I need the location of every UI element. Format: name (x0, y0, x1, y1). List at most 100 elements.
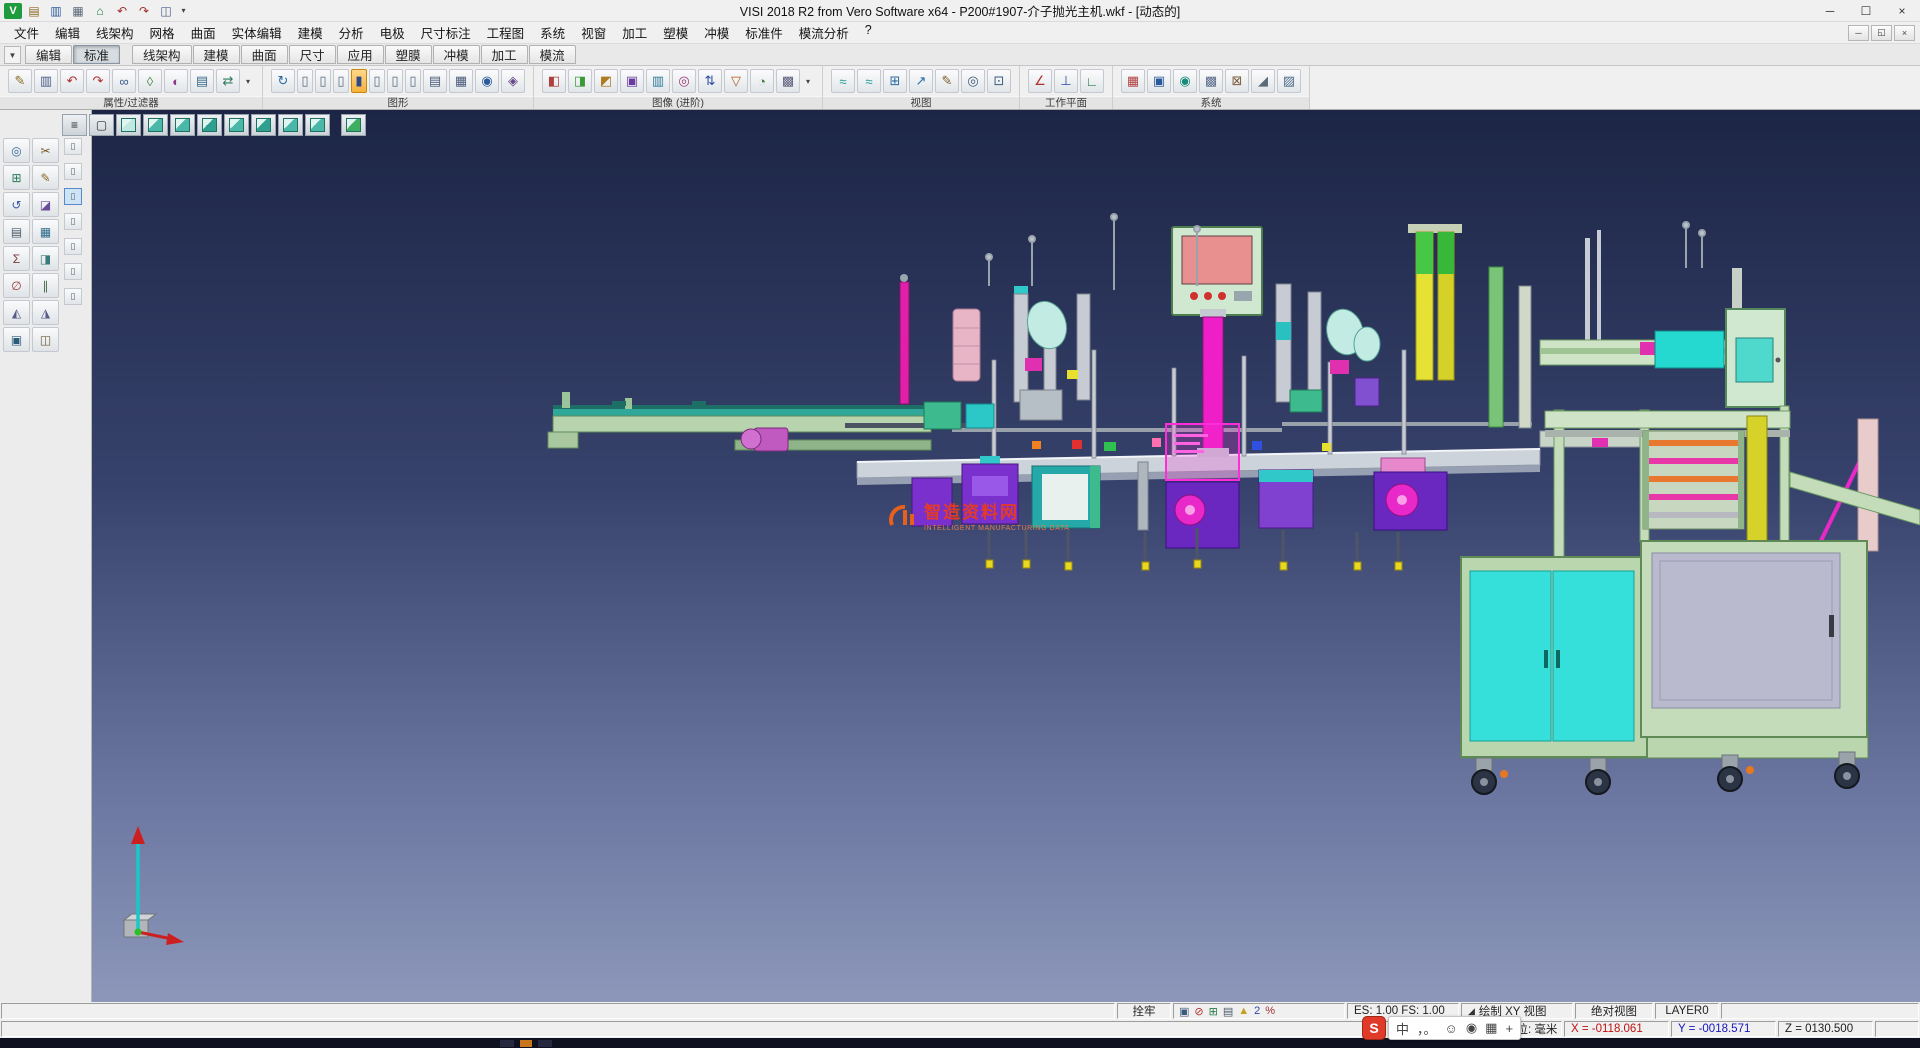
workplane-xy-icon[interactable]: ∠ (1028, 69, 1052, 93)
zoom-extents-icon[interactable]: ↗ (909, 69, 933, 93)
parallel-icon[interactable]: ∥ (32, 273, 59, 298)
menu-item[interactable]: 网格 (142, 21, 183, 44)
close-button[interactable]: × (1884, 0, 1920, 21)
menu-item[interactable]: 文件 (6, 21, 47, 44)
filter-doc-3-icon[interactable]: ▯ (64, 188, 82, 205)
orbit-icon[interactable]: ≈ (831, 69, 855, 93)
refresh-display-icon[interactable]: ↻ (271, 69, 295, 93)
taskbar-slot[interactable] (500, 1040, 514, 1047)
filter-doc-1-icon[interactable]: ▯ (64, 138, 82, 155)
match-properties-icon[interactable]: ▥ (34, 69, 58, 93)
ime-lang-icon[interactable]: 中 (1396, 1019, 1409, 1038)
filter-doc-2-icon[interactable]: ▯ (64, 163, 82, 180)
split-icon[interactable]: ◫ (32, 327, 59, 352)
hidden-line-toggle-icon[interactable]: ▯ (333, 69, 349, 93)
measure-icon[interactable]: Σ (3, 246, 30, 271)
menu-item[interactable]: 工程图 (479, 21, 533, 44)
workplane-entity-icon[interactable]: ∟ (1080, 69, 1104, 93)
viewport-menu-icon[interactable]: ≡ (62, 114, 87, 136)
pan-icon[interactable]: ≈ (857, 69, 881, 93)
view-dimetric-icon[interactable] (305, 114, 330, 136)
maximize-button[interactable]: ☐ (1848, 0, 1884, 21)
filter-doc-5-icon[interactable]: ▯ (64, 238, 82, 255)
open-file-icon[interactable]: ▤ (24, 2, 44, 20)
menu-item[interactable]: 分析 (331, 21, 372, 44)
menu-item[interactable]: 加工 (614, 21, 655, 44)
taskbar-app-icon[interactable] (520, 1040, 532, 1047)
highlight-icon[interactable]: ▲ (1238, 1005, 1249, 1017)
filter-doc-4-icon[interactable]: ▯ (64, 213, 82, 230)
lighting-icon[interactable]: ◎ (672, 69, 696, 93)
layers-icon[interactable]: ▤ (3, 219, 30, 244)
menu-item[interactable]: 实体编辑 (224, 21, 290, 44)
texture-icon[interactable]: ▥ (646, 69, 670, 93)
doc-close-button[interactable]: × (1894, 25, 1915, 41)
grid-settings-icon[interactable]: ▩ (1199, 69, 1223, 93)
ribbon-tab[interactable]: 应用 (337, 45, 384, 64)
menu-item[interactable]: ? (857, 21, 880, 44)
doc-restore-button[interactable]: ◱ (1871, 25, 1892, 41)
color-filter-icon[interactable]: ◐ (164, 69, 188, 93)
mesh-icon[interactable]: ▦ (32, 219, 59, 244)
doc-minimize-button[interactable]: ─ (1848, 25, 1869, 41)
ribbon-tab[interactable]: 编辑 (25, 45, 72, 64)
grid-toggle-icon[interactable]: ⊞ (1209, 1005, 1218, 1018)
menu-item[interactable]: 冲模 (696, 21, 737, 44)
mirror-icon[interactable]: ◪ (32, 192, 59, 217)
wireframe-toggle-icon[interactable]: ▯ (315, 69, 331, 93)
menu-item[interactable]: 建模 (290, 21, 331, 44)
corner-section-icon[interactable]: ◩ (594, 69, 618, 93)
edges-toggle-icon[interactable]: ▯ (387, 69, 403, 93)
ribbon-tab[interactable]: 冲模 (433, 45, 480, 64)
snapshot-camera-icon[interactable]: ◉ (475, 69, 499, 93)
scale-badge[interactable]: % (1265, 1005, 1275, 1017)
active-layer-pane[interactable]: LAYER0 (1655, 1003, 1719, 1019)
display-list-icon[interactable]: ▤ (423, 69, 447, 93)
zoom-window-icon[interactable]: ⊞ (883, 69, 907, 93)
color-table-icon[interactable]: ▦ (1121, 69, 1145, 93)
print-icon[interactable]: ▦ (68, 2, 88, 20)
redraw-icon[interactable]: ✎ (935, 69, 959, 93)
zoom-icon[interactable]: ◎ (3, 138, 30, 163)
minimize-button[interactable]: ─ (1812, 0, 1848, 21)
transparent-toggle-icon[interactable]: ▯ (369, 69, 385, 93)
undo-icon[interactable]: ↶ (60, 69, 84, 93)
ribbon-tab[interactable]: 塑膜 (385, 45, 432, 64)
sketch-icon[interactable]: ✎ (32, 165, 59, 190)
ime-mic-icon[interactable]: ◉ (1466, 1020, 1477, 1036)
dynamic-section-icon[interactable]: ◧ (542, 69, 566, 93)
lock-toggle[interactable]: 拴牢 (1117, 1003, 1171, 1019)
view-mode-pane[interactable]: 绝对视图 (1575, 1003, 1653, 1019)
display-settings-icon[interactable]: ▣ (1147, 69, 1171, 93)
material-render-icon[interactable]: ▣ (620, 69, 644, 93)
image-caret[interactable]: ▾ (802, 69, 814, 93)
menu-item[interactable]: 系统 (532, 21, 573, 44)
view-shaded-icon[interactable] (341, 114, 366, 136)
menu-item[interactable]: 塑模 (655, 21, 696, 44)
home-icon[interactable]: ⌂ (90, 2, 110, 20)
ime-keyboard-icon[interactable]: ▦ (1485, 1020, 1497, 1036)
background-icon[interactable]: ▩ (776, 69, 800, 93)
ribbon-tab[interactable]: 线架构 (132, 45, 192, 64)
taskbar-slot[interactable] (538, 1040, 552, 1047)
layer-filter-icon[interactable]: ▤ (190, 69, 214, 93)
ribbon-tab[interactable]: 建模 (193, 45, 240, 64)
menu-item[interactable]: 模流分析 (791, 21, 857, 44)
erase-icon[interactable]: ∅ (3, 273, 30, 298)
view-front-icon[interactable] (170, 114, 195, 136)
viewport-3d[interactable]: ≡ ▢ (92, 110, 1920, 1002)
undo-icon[interactable]: ↶ (112, 2, 132, 20)
windows-taskbar[interactable] (0, 1038, 1920, 1048)
no-snap-icon[interactable]: ⊘ (1194, 1005, 1203, 1018)
compare-icon[interactable]: ⇅ (698, 69, 722, 93)
filter-doc-6-icon[interactable]: ▯ (64, 263, 82, 280)
clip-plane-icon[interactable]: ◨ (568, 69, 592, 93)
window-layout-icon[interactable]: ◫ (156, 2, 176, 20)
ribbon-tab[interactable]: 模流 (529, 45, 576, 64)
filter-caret[interactable]: ▾ (242, 69, 254, 93)
filter-doc-7-icon[interactable]: ▯ (64, 288, 82, 305)
solid-icon[interactable]: ▣ (3, 327, 30, 352)
ribbon-tab[interactable]: 曲面 (241, 45, 288, 64)
shaded-toggle-icon[interactable]: ▮ (351, 69, 367, 93)
menu-item[interactable]: 尺寸标注 (413, 21, 479, 44)
